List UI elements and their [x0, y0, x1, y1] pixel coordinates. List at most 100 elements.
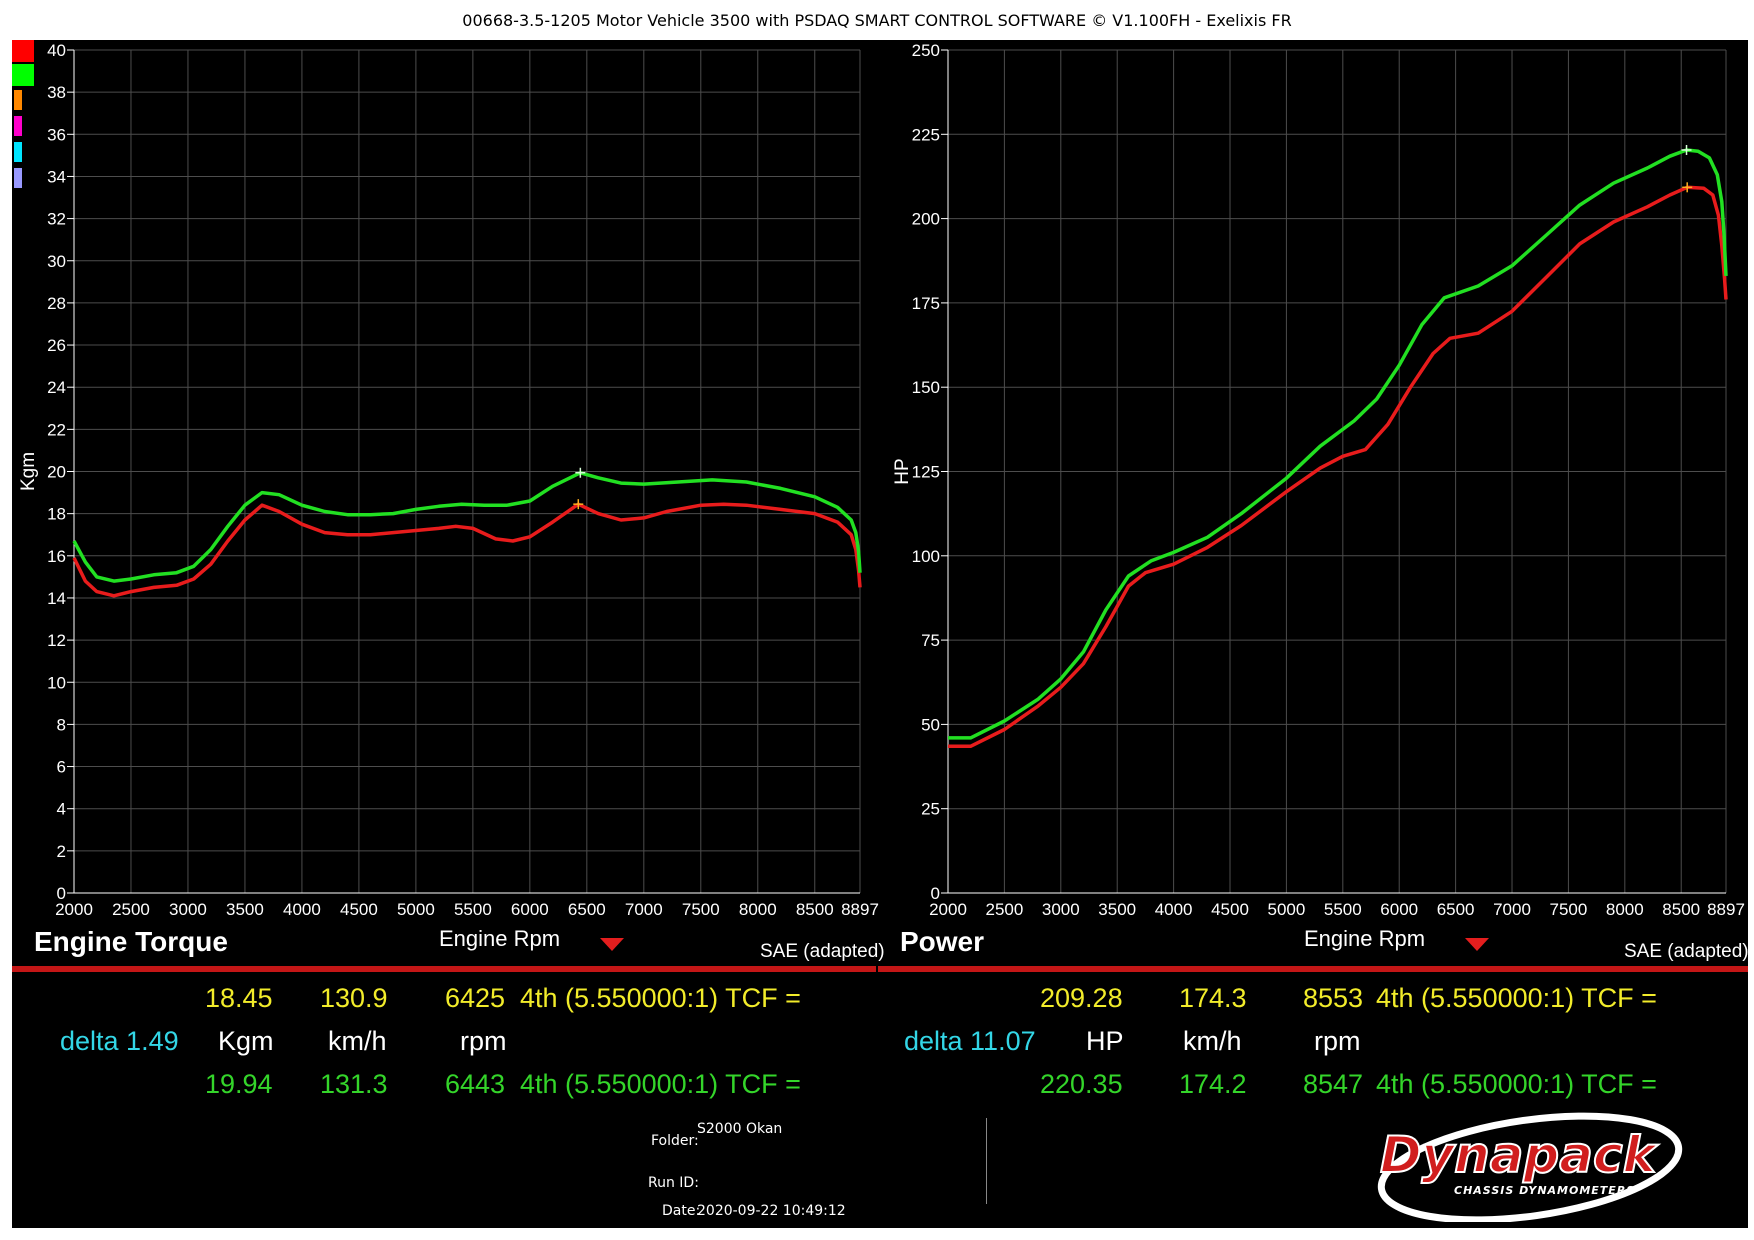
power-xtick-label: 7000: [1493, 900, 1531, 919]
torque-xtick-label: 6500: [568, 900, 606, 919]
power-ytick-label: 150: [912, 378, 940, 397]
power-ytick-label: 125: [912, 463, 940, 482]
power-divider-bar: [878, 966, 1748, 972]
power-run2-value: 220.35: [1040, 1069, 1123, 1099]
torque-rpm-unit: rpm: [460, 1026, 507, 1056]
torque-ytick-label: 14: [47, 589, 66, 608]
power-run2-rpm: 8547: [1303, 1069, 1364, 1099]
torque-ytick-label: 12: [47, 631, 66, 650]
torque-xtick-label: 4500: [340, 900, 378, 919]
torque-sae-note: SAE (adapted): [760, 941, 885, 962]
torque-xtick-label: 6000: [511, 900, 549, 919]
torque-sort-arrow-icon[interactable]: [600, 938, 624, 951]
power-xtick-label: 4000: [1155, 900, 1193, 919]
torque-xtick-label: 5500: [454, 900, 492, 919]
power-run1-gear: 4th (5.550000:1) TCF =: [1376, 983, 1657, 1013]
torque-ytick-label: 0: [57, 884, 66, 903]
torque-speed-unit: km/h: [328, 1026, 387, 1056]
power-run2-gear: 4th (5.550000:1) TCF =: [1376, 1069, 1657, 1099]
torque-xaxis-label: Engine Rpm: [439, 926, 561, 951]
power-xtick-label: 8897: [1707, 900, 1745, 919]
power-xtick-label: 6000: [1380, 900, 1418, 919]
power-xtick-label: 4500: [1211, 900, 1249, 919]
torque-xtick-label: 8897: [841, 900, 879, 919]
torque-run1-rpm: 6425: [445, 983, 506, 1013]
torque-run2-speed: 131.3: [320, 1069, 388, 1099]
torque-ytick-label: 40: [47, 41, 66, 60]
date-value: 2020-09-22 10:49:12: [697, 1203, 846, 1219]
power-unit: HP: [1086, 1026, 1124, 1056]
power-delta: delta 11.07: [904, 1026, 1036, 1056]
run-id-label: Run ID:: [648, 1175, 699, 1191]
power-yaxis-label: HP: [892, 458, 913, 484]
torque-run1-speed: 130.9: [320, 983, 388, 1013]
torque-divider-bar: [12, 966, 876, 972]
torque-run2-value: 19.94: [205, 1069, 273, 1099]
power-ytick-label: 225: [912, 125, 940, 144]
torque-ytick-label: 18: [47, 505, 66, 524]
torque-yaxis-label: Kgm: [18, 452, 39, 491]
torque-ytick-label: 10: [47, 673, 66, 692]
power-xtick-label: 5500: [1324, 900, 1362, 919]
folder-label: Folder:: [651, 1133, 699, 1149]
torque-ytick-label: 6: [57, 758, 66, 777]
power-xtick-label: 2500: [985, 900, 1023, 919]
power-sae-note: SAE (adapted): [1624, 941, 1749, 962]
torque-ytick-label: 30: [47, 252, 66, 271]
power-xtick-label: 3000: [1042, 900, 1080, 919]
power-sort-arrow-icon[interactable]: [1465, 938, 1489, 951]
power-xtick-label: 8000: [1606, 900, 1644, 919]
torque-ytick-label: 26: [47, 336, 66, 355]
power-ytick-label: 50: [921, 715, 940, 734]
torque-ytick-label: 24: [47, 378, 66, 397]
folder-value: S2000 Okan: [697, 1121, 783, 1137]
torque-ytick-label: 32: [47, 210, 66, 229]
power-ytick-label: 0: [931, 884, 940, 903]
torque-ytick-label: 20: [47, 463, 66, 482]
power-ytick-label: 200: [912, 210, 940, 229]
torque-ytick-label: 2: [57, 842, 66, 861]
torque-run2-rpm: 6443: [445, 1069, 506, 1099]
power-rpm-unit: rpm: [1314, 1026, 1361, 1056]
footer-divider: [986, 1118, 987, 1204]
power-xtick-label: 8500: [1662, 900, 1700, 919]
power-xtick-label: 3500: [1098, 900, 1136, 919]
torque-xtick-label: 8000: [739, 900, 777, 919]
torque-run2-gear: 4th (5.550000:1) TCF =: [520, 1069, 801, 1099]
power-run1-value: 209.28: [1040, 983, 1123, 1013]
power-ytick-label: 175: [912, 294, 940, 313]
power-chart-title: Power: [900, 926, 985, 957]
power-run1-rpm: 8553: [1303, 983, 1364, 1013]
torque-xtick-label: 3000: [169, 900, 207, 919]
power-xtick-label: 5000: [1267, 900, 1305, 919]
power-speed-unit: km/h: [1183, 1026, 1242, 1056]
power-ytick-label: 75: [921, 631, 940, 650]
power-ytick-label: 250: [912, 41, 940, 60]
torque-run1-value: 18.45: [205, 983, 273, 1013]
power-run1-speed: 174.3: [1179, 983, 1247, 1013]
torque-ytick-label: 22: [47, 420, 66, 439]
power-xtick-label: 6500: [1437, 900, 1475, 919]
torque-ytick-label: 38: [47, 83, 66, 102]
torque-ytick-label: 8: [57, 715, 66, 734]
torque-xtick-label: 7500: [682, 900, 720, 919]
power-run2-speed: 174.2: [1179, 1069, 1247, 1099]
torque-ytick-label: 34: [47, 167, 66, 186]
torque-ytick-label: 16: [47, 547, 66, 566]
date-label: Date:: [662, 1203, 701, 1219]
torque-xtick-label: 2500: [112, 900, 150, 919]
torque-xtick-label: 4000: [283, 900, 321, 919]
torque-xtick-label: 7000: [625, 900, 663, 919]
torque-ytick-label: 4: [57, 800, 66, 819]
power-xaxis-label: Engine Rpm: [1304, 926, 1426, 951]
torque-unit: Kgm: [218, 1026, 274, 1056]
torque-xtick-label: 8500: [796, 900, 834, 919]
torque-ytick-label: 36: [47, 125, 66, 144]
torque-delta: delta 1.49: [60, 1026, 179, 1056]
power-ytick-label: 100: [912, 547, 940, 566]
power-ytick-label: 25: [921, 800, 940, 819]
logo-brand-text: Dynapack: [1380, 1126, 1659, 1184]
power-xtick-label: 7500: [1550, 900, 1588, 919]
torque-chart-title: Engine Torque: [34, 926, 228, 957]
torque-run1-gear: 4th (5.550000:1) TCF =: [520, 983, 801, 1013]
